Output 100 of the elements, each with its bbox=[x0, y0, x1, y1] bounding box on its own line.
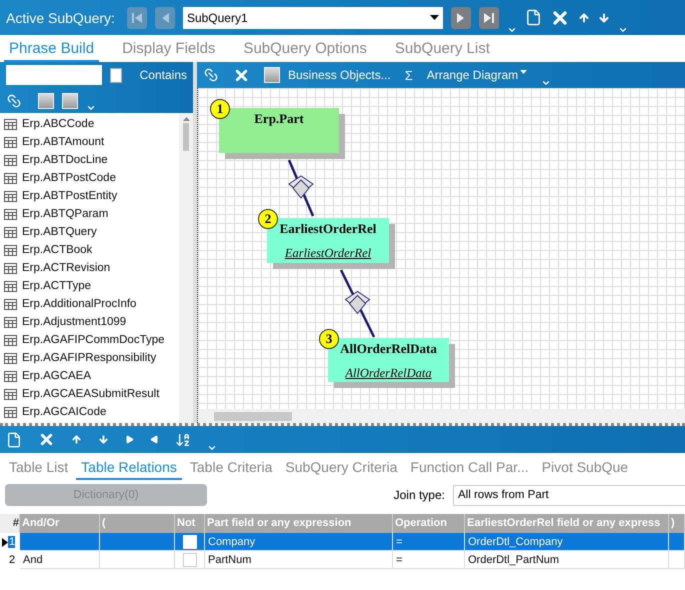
square-icon[interactable] bbox=[62, 92, 78, 108]
previous-button[interactable] bbox=[154, 6, 175, 28]
table-name[interactable]: Erp.ABCCode bbox=[22, 118, 94, 130]
table-name[interactable]: Erp.AGAFIPResponsibility bbox=[22, 352, 156, 364]
node-title: EarliestOrderRel bbox=[280, 221, 376, 237]
square-icon[interactable] bbox=[264, 67, 280, 83]
node-title: AllOrderRelData bbox=[340, 341, 437, 357]
join-type-field[interactable]: All rows from Part bbox=[453, 484, 685, 506]
node-alias: AllOrderRelData bbox=[345, 366, 432, 381]
table-cell: OrderDtl_PartNum bbox=[465, 551, 669, 569]
column-header: ( bbox=[100, 514, 175, 533]
skip-back-icon bbox=[130, 12, 143, 24]
table-cell bbox=[669, 551, 685, 569]
number-badge: 2 bbox=[258, 209, 278, 229]
column-header: ) bbox=[669, 514, 685, 533]
scroll-up-icon[interactable] bbox=[182, 117, 190, 121]
table-cell bbox=[669, 533, 685, 551]
down-arrow-icon[interactable] bbox=[98, 434, 109, 445]
active-subquery-label: Active SubQuery: bbox=[6, 10, 115, 26]
table-name[interactable]: Erp.AGCAEA bbox=[22, 370, 92, 382]
up-arrow-icon[interactable] bbox=[578, 12, 590, 24]
search-field[interactable] bbox=[6, 65, 102, 85]
table-name[interactable]: Erp.ABTQParam bbox=[22, 208, 108, 220]
table-name[interactable]: Erp.AGAFIPCommDocType bbox=[22, 334, 165, 346]
table-name[interactable]: Erp.ABTDocLine bbox=[22, 154, 108, 166]
table-icon bbox=[4, 352, 17, 364]
table-name[interactable]: Erp.Adjustment1099 bbox=[22, 316, 126, 328]
table-icon bbox=[4, 190, 17, 202]
contains-checkbox[interactable] bbox=[110, 68, 122, 82]
column-header: Part field or any expression bbox=[205, 514, 393, 533]
sum-button[interactable]: Σ bbox=[404, 68, 413, 82]
scrollbar[interactable] bbox=[179, 113, 193, 423]
column-header: # bbox=[0, 514, 20, 533]
node-alias: EarliestOrderRel bbox=[284, 246, 372, 261]
row-number[interactable]: 2 bbox=[8, 554, 16, 566]
join-type-label: Join type: bbox=[394, 488, 445, 502]
skip-forward-icon bbox=[482, 12, 495, 24]
dropdown-icon[interactable] bbox=[618, 25, 628, 35]
dropdown-icon[interactable] bbox=[506, 25, 517, 35]
table-icon bbox=[4, 136, 17, 148]
table-cell: OrderDtl_Company bbox=[465, 533, 669, 551]
new-icon[interactable] bbox=[524, 9, 542, 26]
table-name[interactable]: Erp.ABTAmount bbox=[22, 136, 104, 148]
up-arrow-icon[interactable] bbox=[71, 434, 82, 445]
number-badge: 3 bbox=[319, 329, 339, 349]
link-icon[interactable] bbox=[203, 67, 219, 83]
table-icon bbox=[4, 262, 17, 274]
new-icon[interactable] bbox=[6, 432, 22, 448]
left-triangle-icon[interactable] bbox=[150, 435, 159, 444]
next-button[interactable] bbox=[450, 6, 471, 28]
contains-label: Contains bbox=[140, 68, 187, 82]
table-cell: And bbox=[20, 551, 100, 569]
table-name[interactable]: Erp.ACTBook bbox=[22, 244, 92, 256]
table-cell: PartNum bbox=[205, 551, 393, 569]
table-cell: Company bbox=[205, 533, 393, 551]
delete-icon[interactable] bbox=[233, 66, 250, 84]
table-icon bbox=[4, 226, 17, 238]
scroll-thumb[interactable] bbox=[214, 412, 292, 421]
table-name[interactable]: Erp.ACTType bbox=[22, 280, 92, 292]
scroll-thumb[interactable] bbox=[183, 123, 189, 151]
node-title: Erp.Part bbox=[254, 111, 304, 127]
row-number[interactable]: 1 bbox=[8, 536, 16, 548]
down-arrow-icon[interactable] bbox=[598, 12, 610, 24]
scrollbar[interactable] bbox=[198, 409, 685, 423]
arrange-diagram-button[interactable]: Arrange Diagram bbox=[426, 68, 528, 82]
sort-icon[interactable] bbox=[175, 432, 191, 448]
dropdown-icon[interactable] bbox=[86, 103, 96, 113]
table-icon bbox=[4, 334, 17, 346]
business-objects-button[interactable]: Business Objects... bbox=[288, 68, 391, 82]
not-checkbox[interactable] bbox=[182, 552, 196, 566]
table-name[interactable]: Erp.ACTRevision bbox=[22, 262, 110, 274]
table-icon bbox=[4, 316, 17, 328]
dropdown-icon[interactable] bbox=[541, 78, 552, 88]
table-cell: = bbox=[393, 533, 465, 551]
link-icon[interactable] bbox=[6, 92, 22, 108]
caret-icon bbox=[520, 70, 528, 74]
relation-connector[interactable] bbox=[288, 160, 314, 216]
table-icon bbox=[4, 118, 17, 130]
table-name[interactable]: Erp.AGCAICode bbox=[22, 406, 106, 418]
dropdown-icon[interactable] bbox=[207, 443, 217, 453]
caret-icon bbox=[430, 15, 439, 20]
table-icon bbox=[4, 280, 17, 292]
last-button[interactable] bbox=[478, 6, 499, 28]
table-name[interactable]: Erp.AdditionalProcInfo bbox=[22, 298, 136, 310]
number-badge: 1 bbox=[210, 99, 230, 119]
delete-icon[interactable] bbox=[38, 431, 55, 448]
table-name[interactable]: Erp.ABTPostCode bbox=[22, 172, 116, 184]
table-icon bbox=[4, 244, 17, 256]
subquery-dropdown[interactable]: SubQuery1 bbox=[182, 6, 443, 28]
table-name[interactable]: Erp.ABTQuery bbox=[22, 226, 97, 238]
table-icon bbox=[4, 208, 17, 220]
table-name[interactable]: Erp.ABTPostEntity bbox=[22, 190, 118, 202]
table-name[interactable]: Erp.AGCAEASubmitResult bbox=[22, 388, 160, 400]
right-triangle-icon[interactable] bbox=[125, 435, 134, 444]
square-icon[interactable] bbox=[38, 92, 54, 108]
first-button[interactable] bbox=[126, 6, 147, 28]
tab[interactable]: Table Relations bbox=[76, 459, 182, 480]
column-header: Not bbox=[175, 514, 205, 533]
column-header: Operation bbox=[393, 514, 465, 533]
table-icon bbox=[4, 298, 17, 310]
